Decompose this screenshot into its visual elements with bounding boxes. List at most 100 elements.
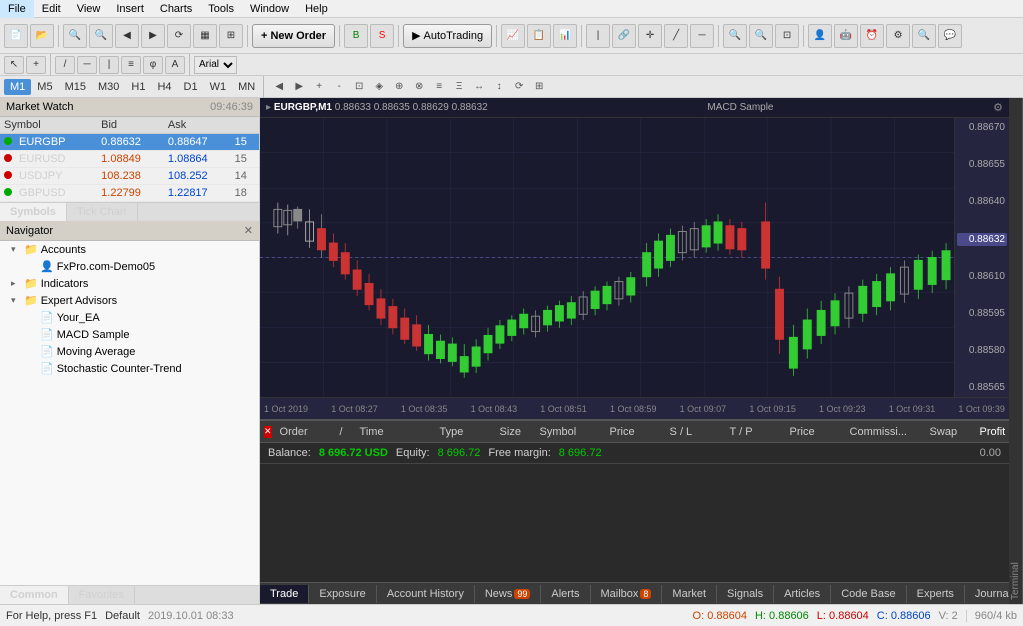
indicator2-btn[interactable]: 📊 [553,24,577,48]
vline-draw-btn[interactable]: | [99,56,119,74]
open-btn[interactable]: 📂 [30,24,54,48]
chart-canvas[interactable] [260,118,954,397]
chart-type-btn[interactable]: ▦ [193,24,217,48]
settings-btn[interactable]: ⚙ [886,24,910,48]
market-row-gbpusd[interactable]: GBPUSD 1.22799 1.22817 18 [0,185,259,202]
tf-tool10[interactable]: Ξ [450,78,468,96]
tf-m30[interactable]: M30 [92,79,125,95]
tf-w1[interactable]: W1 [204,79,233,95]
tf-tool7[interactable]: ⊕ [390,78,408,96]
zoom-chart2-btn[interactable]: 🔍 [749,24,773,48]
clock-btn[interactable]: ⏰ [860,24,884,48]
bottom-tab-experts[interactable]: Experts [907,585,965,603]
bottom-tab-journal[interactable]: Journal [965,585,1009,603]
menu-charts[interactable]: Charts [152,0,200,18]
nav-tab-common[interactable]: Common [0,586,69,604]
font-select[interactable]: Arial [194,56,237,74]
tf-tool13[interactable]: ⟳ [510,78,528,96]
new-chart-btn[interactable]: 📄 [4,24,28,48]
nav-tab-favorites[interactable]: Favorites [69,586,135,604]
text-btn[interactable]: A [165,56,185,74]
tf-tool4[interactable]: - [330,78,348,96]
chart-settings-icon[interactable]: ⚙ [993,101,1003,114]
menu-tools[interactable]: Tools [200,0,242,18]
scroll-left-btn[interactable]: ◀ [115,24,139,48]
scroll-right-btn[interactable]: ▶ [141,24,165,48]
cursor-btn[interactable]: ↖ [4,56,24,74]
nav-item-macd-sample[interactable]: 📄 MACD Sample [0,326,259,343]
menu-insert[interactable]: Insert [108,0,152,18]
template-btn[interactable]: 📋 [527,24,551,48]
nav-item-your_ea[interactable]: 📄 Your_EA [0,309,259,326]
bottom-tab-exposure[interactable]: Exposure [309,585,376,603]
market-row-eurgbp[interactable]: EURGBP 0.88632 0.88647 15 [0,134,259,151]
terminal-label[interactable]: Terminal [1009,98,1023,604]
tf-mn[interactable]: MN [232,79,261,95]
nav-item-indicators[interactable]: ▸ 📁 Indicators [0,275,259,292]
fib-btn[interactable]: φ [143,56,163,74]
account-btn[interactable]: 👤 [808,24,832,48]
grid-btn[interactable]: ⊞ [219,24,243,48]
zoom-chart-btn[interactable]: 🔍 [723,24,747,48]
menu-file[interactable]: File [0,0,34,18]
tf-m15[interactable]: M15 [59,79,92,95]
nav-item-stochastic-counter-trend[interactable]: 📄 Stochastic Counter-Trend [0,360,259,377]
tf-tool5[interactable]: ⊡ [350,78,368,96]
connect-btn[interactable]: 🔗 [612,24,636,48]
tab-tick-chart[interactable]: Tick Chart [67,203,138,221]
channel-btn[interactable]: ≡ [121,56,141,74]
tf-h1[interactable]: H1 [125,79,151,95]
line-btn[interactable]: ╱ [664,24,688,48]
bottom-tab-account-history[interactable]: Account History [377,585,475,603]
market-row-usdjpy[interactable]: USDJPY 108.238 108.252 14 [0,168,259,185]
crosshair-btn[interactable]: ✛ [638,24,662,48]
market-row-eurusd[interactable]: EURUSD 1.08849 1.08864 15 [0,151,259,168]
tf-tool14[interactable]: ⊞ [530,78,548,96]
tf-tool6[interactable]: ◈ [370,78,388,96]
tab-symbols[interactable]: Symbols [0,203,67,221]
nav-item-fxpro.com-demo05[interactable]: 👤 FxPro.com-Demo05 [0,258,259,275]
buy-btn[interactable]: B [344,24,368,48]
menu-edit[interactable]: Edit [34,0,69,18]
menu-view[interactable]: View [69,0,109,18]
tf-tool3[interactable]: + [310,78,328,96]
hline-btn[interactable]: ─ [690,24,714,48]
nav-item-accounts[interactable]: ▾ 📁 Accounts [0,241,259,258]
tf-tool9[interactable]: ≡ [430,78,448,96]
tf-tool8[interactable]: ⊗ [410,78,428,96]
period-sep-btn[interactable]: | [586,24,610,48]
new-order-button[interactable]: + New Order [252,24,335,48]
tf-tool12[interactable]: ↕ [490,78,508,96]
close-trade-panel-btn[interactable]: ✕ [264,426,272,438]
bottom-tab-news[interactable]: News99 [475,585,542,603]
bottom-tab-market[interactable]: Market [662,585,717,603]
hline-draw-btn[interactable]: ─ [77,56,97,74]
tf-m1[interactable]: M1 [4,79,31,95]
bottom-tab-signals[interactable]: Signals [717,585,774,603]
crosshair2-btn[interactable]: + [26,56,46,74]
search-toolbar-btn[interactable]: 🔍 [912,24,936,48]
bottom-tab-trade[interactable]: Trade [260,585,309,603]
indicator-btn[interactable]: 📈 [501,24,525,48]
chat-btn[interactable]: 💬 [938,24,962,48]
sell-btn[interactable]: S [370,24,394,48]
bottom-tab-articles[interactable]: Articles [774,585,831,603]
fit-btn[interactable]: ⊡ [775,24,799,48]
tf-h4[interactable]: H4 [151,79,177,95]
autotrading-button[interactable]: ▶ AutoTrading [403,24,492,48]
zoom-out-btn[interactable]: 🔍 [89,24,113,48]
tf-d1[interactable]: D1 [178,79,204,95]
tf-tool2[interactable]: ▶ [290,78,308,96]
menu-window[interactable]: Window [242,0,297,18]
nav-item-moving-average[interactable]: 📄 Moving Average [0,343,259,360]
menu-help[interactable]: Help [297,0,336,18]
line-draw-btn[interactable]: / [55,56,75,74]
auto-scroll-btn[interactable]: ⟳ [167,24,191,48]
bottom-tab-code-base[interactable]: Code Base [831,585,906,603]
tf-m5[interactable]: M5 [31,79,58,95]
ea-btn[interactable]: 🤖 [834,24,858,48]
bottom-tab-alerts[interactable]: Alerts [541,585,590,603]
navigator-close[interactable]: ✕ [244,224,253,237]
nav-item-expert-advisors[interactable]: ▾ 📁 Expert Advisors [0,292,259,309]
bottom-tab-mailbox[interactable]: Mailbox8 [591,585,663,603]
